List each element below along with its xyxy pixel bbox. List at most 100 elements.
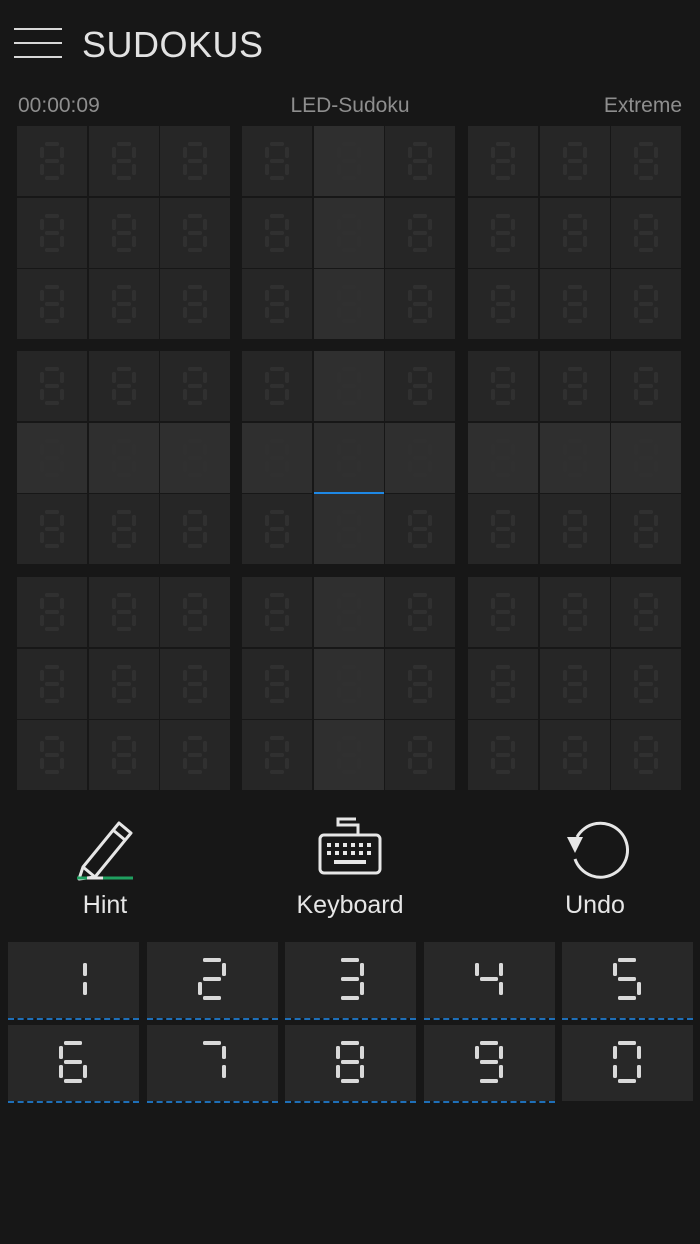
sudoku-cell[interactable] bbox=[611, 197, 681, 268]
sudoku-cell[interactable] bbox=[17, 577, 87, 647]
sudoku-cell[interactable] bbox=[242, 126, 312, 196]
sudoku-cell[interactable] bbox=[468, 494, 538, 564]
sudoku-cell[interactable] bbox=[313, 720, 384, 790]
sudoku-cell[interactable] bbox=[88, 269, 159, 339]
sudoku-cell[interactable] bbox=[160, 422, 230, 493]
sudoku-cell[interactable] bbox=[242, 197, 312, 268]
sudoku-cell[interactable] bbox=[611, 494, 681, 564]
sudoku-cell[interactable] bbox=[611, 351, 681, 421]
sudoku-cell[interactable] bbox=[17, 422, 87, 493]
sudoku-cell[interactable] bbox=[88, 720, 159, 790]
sudoku-cell[interactable] bbox=[385, 269, 455, 339]
sudoku-cell[interactable] bbox=[17, 720, 87, 790]
sudoku-cell[interactable] bbox=[88, 422, 159, 493]
number-key-0[interactable] bbox=[562, 1025, 693, 1101]
hamburger-menu-icon[interactable] bbox=[14, 28, 62, 60]
number-key-4[interactable] bbox=[423, 942, 555, 1020]
sudoku-cell[interactable] bbox=[242, 422, 312, 493]
sudoku-cell[interactable] bbox=[88, 648, 159, 719]
sudoku-cell[interactable] bbox=[468, 351, 538, 421]
number-key-8[interactable] bbox=[285, 1025, 416, 1103]
number-key-3[interactable] bbox=[285, 942, 416, 1020]
sudoku-cell[interactable] bbox=[539, 720, 610, 790]
sudoku-cell[interactable] bbox=[242, 269, 312, 339]
sudoku-cell[interactable] bbox=[88, 494, 159, 564]
sudoku-cell[interactable] bbox=[385, 126, 455, 196]
sudoku-cell[interactable] bbox=[242, 720, 312, 790]
sudoku-cell[interactable] bbox=[313, 351, 384, 421]
led-digit bbox=[491, 736, 515, 774]
sudoku-cell[interactable] bbox=[313, 422, 384, 496]
sudoku-cell[interactable] bbox=[385, 422, 455, 493]
sudoku-cell[interactable] bbox=[385, 648, 455, 719]
sudoku-cell[interactable] bbox=[17, 648, 87, 719]
number-key-5[interactable] bbox=[562, 942, 693, 1020]
sudoku-cell[interactable] bbox=[242, 351, 312, 421]
sudoku-cell[interactable] bbox=[17, 351, 87, 421]
led-digit bbox=[408, 142, 432, 180]
sudoku-cell[interactable] bbox=[539, 577, 610, 647]
sudoku-cell[interactable] bbox=[160, 577, 230, 647]
sudoku-cell[interactable] bbox=[242, 577, 312, 647]
sudoku-cell[interactable] bbox=[313, 197, 384, 268]
keyboard-button[interactable]: Keyboard bbox=[270, 815, 430, 925]
sudoku-cell[interactable] bbox=[17, 269, 87, 339]
number-key-9[interactable] bbox=[423, 1025, 555, 1103]
sudoku-cell[interactable] bbox=[539, 126, 610, 196]
number-key-1[interactable] bbox=[8, 942, 139, 1020]
sudoku-cell[interactable] bbox=[160, 351, 230, 421]
sudoku-cell[interactable] bbox=[468, 422, 538, 493]
sudoku-cell[interactable] bbox=[611, 577, 681, 647]
sudoku-cell[interactable] bbox=[539, 269, 610, 339]
sudoku-cell[interactable] bbox=[313, 269, 384, 339]
sudoku-cell[interactable] bbox=[468, 720, 538, 790]
sudoku-cell[interactable] bbox=[611, 126, 681, 196]
sudoku-cell[interactable] bbox=[539, 197, 610, 268]
sudoku-cell[interactable] bbox=[160, 494, 230, 564]
sudoku-cell[interactable] bbox=[160, 126, 230, 196]
sudoku-cell[interactable] bbox=[242, 494, 312, 564]
sudoku-cell[interactable] bbox=[468, 269, 538, 339]
sudoku-cell[interactable] bbox=[539, 648, 610, 719]
hint-button[interactable]: Hint bbox=[25, 815, 185, 925]
sudoku-cell[interactable] bbox=[385, 720, 455, 790]
sudoku-cell[interactable] bbox=[385, 577, 455, 647]
number-key-6[interactable] bbox=[8, 1025, 139, 1103]
sudoku-cell[interactable] bbox=[385, 351, 455, 421]
sudoku-cell[interactable] bbox=[385, 197, 455, 268]
sudoku-cell[interactable] bbox=[88, 351, 159, 421]
sudoku-cell[interactable] bbox=[313, 648, 384, 719]
sudoku-cell[interactable] bbox=[468, 577, 538, 647]
sudoku-cell[interactable] bbox=[160, 648, 230, 719]
sudoku-cell[interactable] bbox=[17, 197, 87, 268]
sudoku-cell[interactable] bbox=[242, 648, 312, 719]
led-digit bbox=[265, 142, 289, 180]
sudoku-cell[interactable] bbox=[385, 494, 455, 564]
sudoku-cell[interactable] bbox=[313, 494, 384, 564]
sudoku-cell[interactable] bbox=[313, 126, 384, 196]
sudoku-cell[interactable] bbox=[160, 720, 230, 790]
sudoku-cell[interactable] bbox=[313, 577, 384, 647]
number-key-2[interactable] bbox=[146, 942, 278, 1020]
sudoku-cell[interactable] bbox=[160, 269, 230, 339]
sudoku-cell[interactable] bbox=[160, 197, 230, 268]
sudoku-cell[interactable] bbox=[88, 577, 159, 647]
sudoku-cell[interactable] bbox=[539, 494, 610, 564]
sudoku-cell[interactable] bbox=[611, 422, 681, 493]
sudoku-cell[interactable] bbox=[468, 197, 538, 268]
key-underline bbox=[423, 1101, 555, 1103]
sudoku-cell[interactable] bbox=[17, 494, 87, 564]
sudoku-cell[interactable] bbox=[611, 720, 681, 790]
sudoku-cell[interactable] bbox=[88, 197, 159, 268]
sudoku-cell[interactable] bbox=[611, 269, 681, 339]
sudoku-cell[interactable] bbox=[611, 648, 681, 719]
sudoku-cell[interactable] bbox=[88, 126, 159, 196]
undo-button[interactable]: Undo bbox=[515, 815, 675, 925]
sudoku-cell[interactable] bbox=[539, 422, 610, 493]
sudoku-cell[interactable] bbox=[539, 351, 610, 421]
sudoku-cell[interactable] bbox=[17, 126, 87, 196]
sudoku-cell[interactable] bbox=[468, 648, 538, 719]
sudoku-cell[interactable] bbox=[468, 126, 538, 196]
app-title: SUDOKUS bbox=[82, 24, 264, 65]
number-key-7[interactable] bbox=[146, 1025, 278, 1103]
